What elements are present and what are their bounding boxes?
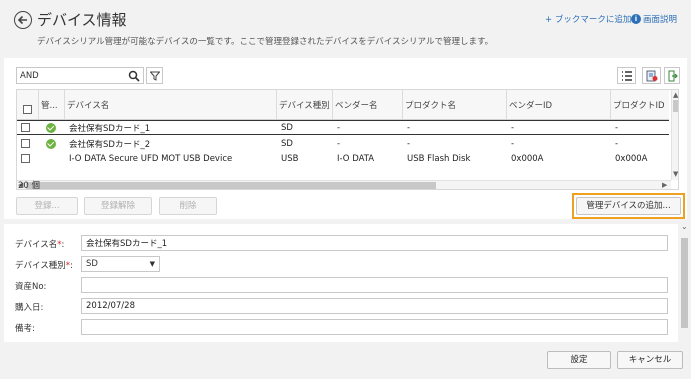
form-scrollbar[interactable]: ⌄	[679, 222, 691, 342]
column-header-vendor-id[interactable]: ベンダーID	[507, 90, 611, 119]
unregister-button[interactable]: 登録解除	[84, 197, 152, 215]
page-header: デバイス情報 デバイスシリアル管理が可能なデバイスの一覧です。ここで管理登録され…	[0, 0, 691, 58]
device-type-cell: USB	[281, 153, 299, 164]
export-button[interactable]	[642, 67, 661, 84]
add-managed-device-button[interactable]: 管理デバイスの追加...	[576, 197, 681, 215]
filter-button[interactable]	[146, 67, 163, 84]
device-name-cell: 会社保有SDカード_1	[69, 123, 151, 134]
column-header-device-type[interactable]: デバイス種別	[277, 90, 333, 119]
asset-no-label: 資産No:	[15, 282, 47, 292]
column-header-managed[interactable]: 管...	[39, 90, 65, 119]
table-row[interactable]: 会社保有SDカード_1 SD - - - -	[17, 120, 669, 135]
scroll-down-arrow-icon[interactable]: ▼	[673, 170, 678, 178]
help-link[interactable]: i 画面説明	[631, 13, 677, 25]
select-all-checkbox[interactable]	[23, 105, 32, 114]
table-horizontal-scrollbar[interactable]: ◀ ▶	[17, 180, 671, 189]
export-file-icon	[646, 70, 658, 82]
product-id-cell: -	[615, 122, 619, 133]
vendor-cell: I-O DATA	[337, 153, 375, 164]
table-vertical-scrollbar[interactable]: ▲ ▼	[671, 90, 678, 180]
product-id-cell: 0x000A	[615, 153, 648, 164]
import-button[interactable]	[664, 67, 680, 84]
add-bookmark-link[interactable]: + ブックマークに追加	[545, 13, 631, 25]
filter-icon	[150, 71, 160, 81]
page-subtitle: デバイスシリアル管理が可能なデバイスの一覧です。ここで管理登録されたデバイスをデ…	[37, 37, 494, 47]
select-all-column	[17, 90, 39, 119]
device-type-cell: SD	[281, 138, 293, 149]
scrollbar-thumb[interactable]	[681, 238, 688, 328]
scroll-right-arrow-icon[interactable]: ▶	[662, 181, 667, 189]
product-cell: -	[407, 122, 411, 133]
search-box	[16, 67, 144, 84]
table-row[interactable]: 会社保有SDカード_2 SD - - - -	[17, 136, 669, 151]
row-checkbox[interactable]	[21, 123, 30, 132]
column-header-product[interactable]: プロダクト名	[403, 90, 507, 119]
purchase-date-label: 購入日:	[15, 303, 44, 313]
device-type-select[interactable]: SD ▼	[81, 256, 160, 272]
chevron-down-icon: ▼	[149, 260, 155, 268]
device-table: 管... デバイス名 デバイス種別 ベンダー名 プロダクト名 ベンダーID プロ…	[16, 89, 679, 190]
device-type-cell: SD	[281, 122, 293, 133]
product-cell: USB Flash Disk	[407, 153, 471, 164]
back-button[interactable]	[14, 11, 32, 29]
check-circle-icon	[46, 122, 56, 133]
device-detail-form: デバイス名*: デバイス種別*: SD ▼ 資産No: 購入日: 備考:	[4, 224, 678, 342]
search-icon[interactable]	[128, 70, 140, 82]
device-name-cell: I-O DATA Secure UFD MOT USB Device	[69, 153, 233, 164]
list-icon	[622, 71, 632, 81]
check-circle-icon	[46, 138, 56, 149]
item-count: 20 個	[18, 181, 41, 191]
scrollbar-thumb[interactable]	[26, 182, 436, 189]
import-icon	[668, 70, 678, 82]
device-list-panel: 管... デバイス名 デバイス種別 ベンダー名 プロダクト名 ベンダーID プロ…	[4, 58, 687, 219]
device-type-value: SD	[86, 259, 98, 269]
vendor-id-cell: 0x000A	[511, 153, 544, 164]
help-link-label: 画面説明	[643, 15, 678, 25]
asset-no-field[interactable]	[81, 277, 668, 293]
row-checkbox[interactable]	[21, 139, 30, 148]
delete-button[interactable]: 削除	[159, 197, 217, 215]
product-id-cell: -	[615, 138, 619, 149]
column-header-vendor[interactable]: ベンダー名	[333, 90, 403, 119]
column-header-product-id[interactable]: プロダクトID	[611, 90, 669, 119]
chevron-up-icon[interactable]: ⌄	[681, 223, 688, 231]
scrollbar-thumb[interactable]	[673, 100, 678, 112]
register-button[interactable]: 登録...	[16, 197, 78, 215]
device-name-label: デバイス名*:	[15, 240, 65, 250]
cancel-button[interactable]: キャンセル	[617, 351, 683, 369]
page-title: デバイス情報	[37, 11, 127, 29]
product-cell: -	[407, 138, 411, 149]
note-label: 備考:	[15, 324, 35, 334]
ok-button[interactable]: 設定	[547, 351, 611, 369]
list-view-button[interactable]	[617, 67, 636, 84]
purchase-date-field[interactable]	[81, 298, 668, 314]
device-type-label: デバイス種別*:	[15, 261, 73, 271]
vendor-id-cell: -	[511, 138, 515, 149]
arrow-left-icon	[17, 15, 27, 25]
search-input[interactable]	[17, 68, 121, 83]
device-name-field[interactable]	[81, 235, 668, 251]
table-header: 管... デバイス名 デバイス種別 ベンダー名 プロダクト名 ベンダーID プロ…	[17, 90, 669, 120]
info-icon: i	[631, 14, 641, 24]
column-header-device-name[interactable]: デバイス名	[65, 90, 277, 119]
table-row[interactable]: I-O DATA Secure UFD MOT USB Device USB I…	[17, 151, 669, 166]
note-field[interactable]	[81, 319, 668, 335]
scroll-up-arrow-icon[interactable]: ▲	[673, 91, 678, 99]
vendor-cell: -	[337, 138, 341, 149]
vendor-id-cell: -	[511, 122, 515, 133]
vendor-cell: -	[337, 122, 341, 133]
device-name-cell: 会社保有SDカード_2	[69, 139, 151, 150]
row-checkbox[interactable]	[21, 154, 30, 163]
